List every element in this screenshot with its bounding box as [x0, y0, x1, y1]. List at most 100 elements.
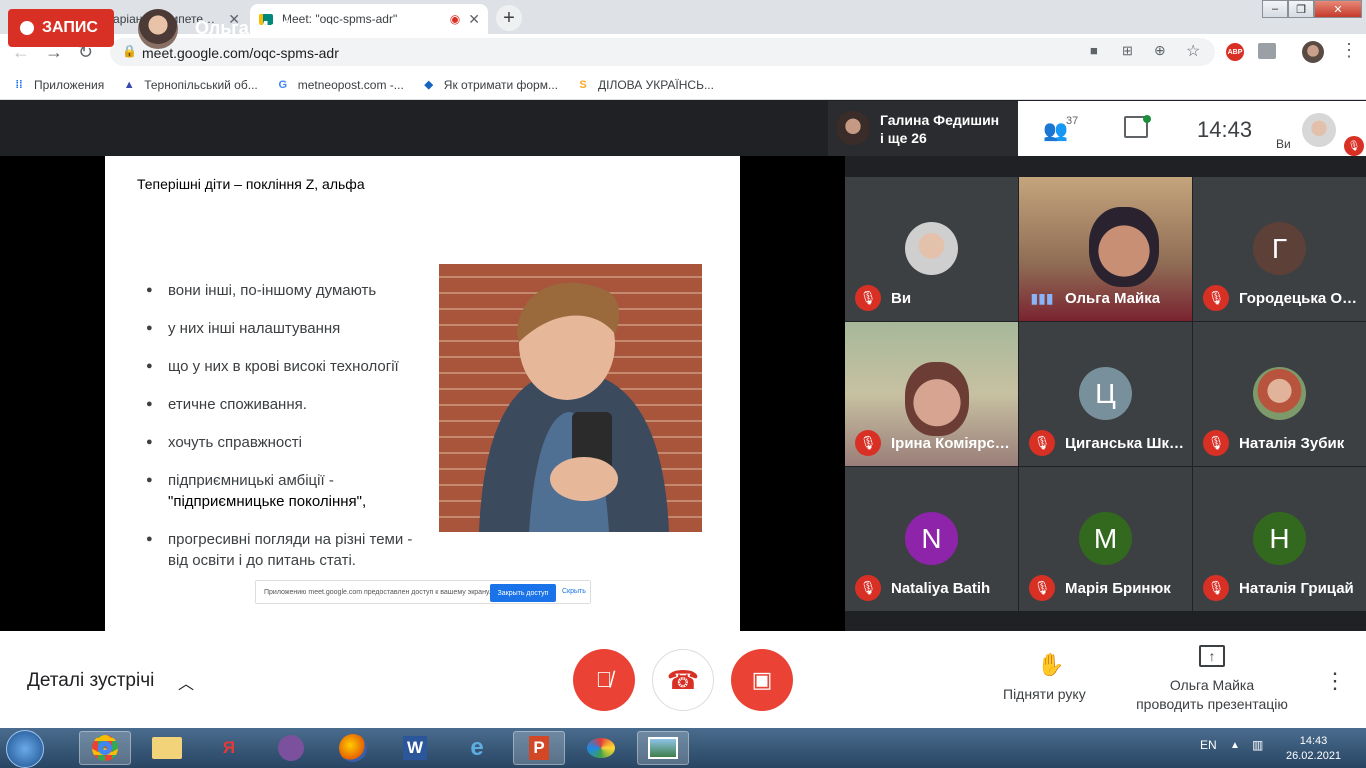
lock-icon: 🔒 [122, 44, 137, 58]
google-icon: G [278, 78, 288, 91]
bullet-text: підприємницькі амбіції - [168, 472, 334, 489]
new-tab-button[interactable]: + [496, 5, 522, 31]
camera-off-icon: ▣ [751, 667, 773, 692]
participant-tile-video[interactable]: ▮▮▮ Ольга Майка [1019, 177, 1192, 321]
raise-hand-label[interactable]: Підняти руку [1003, 686, 1086, 702]
participant-tile[interactable]: Г 🎙 Городецька Оксана [1193, 177, 1366, 321]
muted-mic-icon: 🎙 [855, 575, 881, 601]
slide-photo-boy-with-phone [439, 264, 702, 532]
bookmark-icon: ▲ [123, 78, 135, 91]
bullet-text: "підприємницьке покоління", [168, 493, 367, 510]
menu-icon[interactable]: ⋮ [1340, 40, 1358, 61]
boy-illustration [479, 282, 669, 532]
presenter-avatar [138, 9, 178, 49]
presenting-title: Ольга Майка на екрані [195, 18, 396, 38]
bookmark-dilova[interactable]: S ДІЛОВА УКРАЇНСЬ... [576, 78, 714, 92]
bookmark-s-icon: S [579, 78, 587, 91]
bullet-item: прогресивні погляди на різні теми - від … [146, 529, 436, 571]
bookmark-label: Приложения [34, 77, 105, 92]
muted-mic-icon: 🎙 [1203, 430, 1229, 456]
bullet-item: у них інші налаштування [146, 318, 436, 339]
meeting-details-button[interactable]: Деталі зустрічі [27, 670, 154, 692]
speaker-name: Галина Федишин і ще 26 [880, 111, 999, 147]
photo-viewer-taskbar-icon[interactable] [637, 731, 689, 765]
system-clock[interactable]: 14:43 26.02.2021 [1286, 734, 1341, 764]
speaking-indicator-icon: ▮▮▮ [1030, 289, 1054, 306]
language-indicator[interactable]: EN [1200, 738, 1217, 752]
explorer-taskbar-icon[interactable] [141, 731, 193, 765]
viber-taskbar-icon[interactable] [265, 731, 317, 765]
extension-icon[interactable] [1258, 43, 1276, 59]
mic-toggle-button[interactable]: 🎙̸ [573, 649, 635, 711]
clock-time: 14:43 [1299, 735, 1328, 747]
bookmark-label: ДІЛОВА УКРАЇНСЬ... [597, 77, 714, 92]
participant-name: Ви [891, 290, 912, 307]
profile-avatar[interactable] [1302, 41, 1324, 63]
mic-off-icon: 🎙̸ [595, 667, 613, 692]
self-avatar[interactable] [1302, 113, 1336, 147]
star-icon[interactable]: ☆ [1186, 41, 1200, 61]
participant-initial: Н [1253, 512, 1306, 565]
maximize-button[interactable]: ❐ [1288, 0, 1314, 18]
participant-name: Ольга Майка [1065, 290, 1161, 307]
participant-tile[interactable]: N 🎙 Nataliya Batih [845, 467, 1018, 611]
more-options-icon[interactable]: ⋮ [1324, 668, 1346, 694]
ie-taskbar-icon[interactable]: e [451, 731, 503, 765]
translate-icon[interactable]: ⊞ [1122, 43, 1133, 59]
word-taskbar-icon[interactable]: W [389, 731, 441, 765]
zoom-icon[interactable]: ⊕ [1154, 42, 1166, 59]
presenter-line2: проводить презентацію [1136, 696, 1288, 712]
close-tab-icon[interactable]: ✕ [468, 11, 480, 28]
paint-taskbar-icon[interactable] [575, 731, 627, 765]
participant-name: Ірина Коміярська [891, 435, 1011, 452]
camera-toggle-button[interactable]: ▣ [731, 649, 793, 711]
stop-sharing-button[interactable]: Закрыть доступ [490, 584, 556, 602]
participant-avatar [905, 222, 958, 275]
bullet-item: що у них в крові високі технології [146, 356, 436, 377]
participant-tile[interactable]: М 🎙 Марія Бринюк [1019, 467, 1192, 611]
chrome-taskbar-icon[interactable] [79, 731, 131, 765]
muted-mic-icon: 🎙 [1203, 575, 1229, 601]
participant-name: Марія Бринюк [1065, 580, 1171, 597]
bookmark-form[interactable]: ◆ Як отримати форм... [422, 78, 558, 92]
minimize-button[interactable]: – [1262, 0, 1288, 18]
slide-bullets: вони інші, по-іншому думають у них інші … [146, 280, 436, 588]
adblock-icon[interactable]: ABP [1226, 43, 1244, 61]
participant-tile-video[interactable]: 🎙 Ірина Коміярська [845, 322, 1018, 466]
leave-call-button[interactable]: ☎ [652, 649, 714, 711]
tray-expand-icon[interactable]: ▲ [1230, 740, 1240, 751]
raise-hand-icon[interactable]: ✋ [1037, 652, 1064, 678]
bullet-item: підприємницькі амбіції - "підприємницьке … [146, 470, 436, 512]
present-screen-icon[interactable]: ↑ [1199, 645, 1225, 667]
speaker-line2: і ще 26 [880, 130, 927, 146]
participant-tile[interactable]: 🎙 Наталія Зубик [1193, 322, 1366, 466]
participant-name: Наталія Грицай [1239, 580, 1354, 597]
participant-tile[interactable]: Ц 🎙 Циганська Шкільна [1019, 322, 1192, 466]
muted-mic-icon: 🎙 [1029, 430, 1055, 456]
hide-notice-link[interactable]: Скрыть [562, 588, 586, 595]
bookmark-label: metneopost.com -... [297, 77, 404, 92]
address-bar[interactable]: 🔒 meet.google.com/oqc-spms-adr ■ ⊞ ⊕ ☆ [110, 38, 1215, 66]
yandex-taskbar-icon[interactable]: Я [203, 731, 255, 765]
participant-tile[interactable]: 🎙 Ви [845, 177, 1018, 321]
people-icon[interactable]: 👥 [1043, 118, 1068, 143]
firefox-taskbar-icon[interactable] [327, 731, 379, 765]
network-icon[interactable]: ▥ [1252, 738, 1263, 752]
presenting-status[interactable]: Ольга Майка проводить презентацію [1130, 676, 1294, 714]
muted-mic-icon: 🎙 [855, 430, 881, 456]
close-window-button[interactable]: ✕ [1314, 0, 1362, 18]
camera-icon[interactable]: ■ [1090, 43, 1098, 58]
recording-badge: ЗАПИС [8, 9, 114, 47]
participant-initial: М [1079, 512, 1132, 565]
record-dot-icon [20, 21, 34, 35]
participant-initial: N [905, 512, 958, 565]
chevron-up-icon[interactable]: ︿ [178, 670, 194, 694]
self-label: Ви [1276, 137, 1291, 151]
powerpoint-taskbar-icon[interactable]: P [513, 731, 565, 765]
participant-initial: Ц [1079, 367, 1132, 420]
participant-tile[interactable]: Н 🎙 Наталія Грицай [1193, 467, 1366, 611]
bookmark-apps[interactable]: ⁞⁞ Приложения [12, 78, 104, 92]
bookmark-metneopost[interactable]: Gmetneopost.com -... [276, 77, 404, 92]
bookmark-ternopil[interactable]: ▲ Тернопільський об... [122, 78, 258, 92]
start-button[interactable] [6, 730, 44, 768]
